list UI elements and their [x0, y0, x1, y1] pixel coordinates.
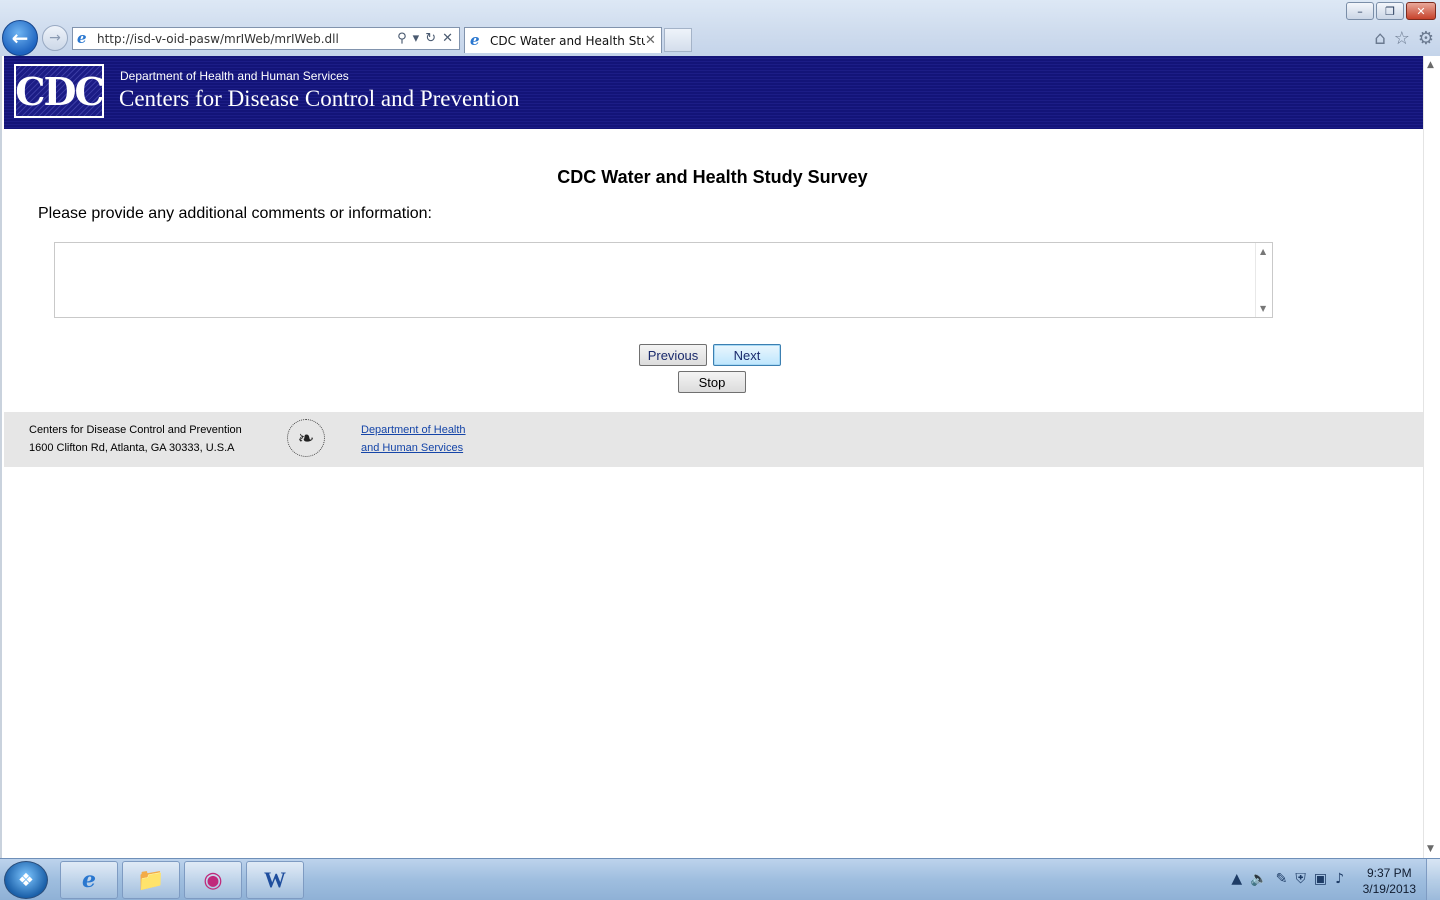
- hhs-link[interactable]: Department of Health: [361, 424, 466, 436]
- page-viewport: CDC Department of Health and Human Servi…: [0, 56, 1440, 858]
- show-desktop-button[interactable]: [1426, 859, 1440, 900]
- address-bar[interactable]: e http://isd-v-oid-pasw/mrIWeb/mrIWeb.dl…: [72, 27, 460, 50]
- cdc-header-banner: CDC Department of Health and Human Servi…: [4, 56, 1423, 129]
- comments-textarea-container: ▲ ▼: [54, 242, 1273, 318]
- stop-icon[interactable]: ✕: [442, 31, 453, 46]
- footer-org-name: Centers for Disease Control and Preventi…: [29, 424, 242, 436]
- favorites-star-icon[interactable]: ☆: [1394, 28, 1410, 49]
- browser-tools: ⌂ ☆ ⚙: [1374, 28, 1434, 49]
- scroll-up-icon[interactable]: ▲: [1260, 247, 1266, 256]
- previous-button[interactable]: Previous: [639, 344, 707, 366]
- page-footer: Centers for Disease Control and Preventi…: [4, 412, 1423, 467]
- address-url[interactable]: http://isd-v-oid-pasw/mrIWeb/mrIWeb.dll: [97, 32, 397, 46]
- browser-chrome: – ❐ ✕ ← → e http://isd-v-oid-pasw/mrIWeb…: [0, 0, 1440, 56]
- new-tab-button[interactable]: [664, 28, 692, 52]
- clock-time: 9:37 PM: [1366, 866, 1412, 880]
- back-arrow-icon: ←: [11, 26, 29, 50]
- ie-icon: e: [82, 867, 96, 893]
- close-button[interactable]: ✕: [1406, 2, 1436, 20]
- ie-icon: e: [77, 29, 87, 47]
- next-button[interactable]: Next: [713, 344, 781, 366]
- restore-button[interactable]: ❐: [1376, 2, 1404, 20]
- page-title: CDC Water and Health Study Survey: [557, 167, 868, 187]
- word-icon: W: [264, 867, 286, 892]
- taskbar-app-media[interactable]: ◉: [184, 861, 242, 899]
- windows-logo-icon: ❖: [17, 869, 35, 891]
- chevron-down-icon[interactable]: ▾: [413, 31, 420, 46]
- display-icon[interactable]: ▣: [1314, 871, 1327, 887]
- clock-date: 3/19/2013: [1362, 882, 1416, 896]
- scroll-down-icon[interactable]: ▼: [1260, 304, 1266, 313]
- stop-button[interactable]: Stop: [678, 371, 746, 393]
- cdc-logo: CDC: [14, 64, 105, 118]
- page-scrollbar[interactable]: ▲ ▼: [1423, 56, 1440, 858]
- speaker-icon[interactable]: 🔈: [1250, 871, 1267, 887]
- refresh-icon[interactable]: ↻: [425, 31, 436, 46]
- network-icon[interactable]: ▲: [1231, 871, 1242, 887]
- volume-icon[interactable]: ♪: [1335, 871, 1344, 887]
- taskbar-app-word[interactable]: W: [246, 861, 304, 899]
- system-tray: ▲ 🔈 ✎ ⛨ ▣ ♪: [1231, 871, 1344, 887]
- start-button[interactable]: ❖: [4, 861, 48, 899]
- taskbar-app-windows-explorer[interactable]: 📁: [122, 861, 180, 899]
- address-tools: ⚲ ▾ ↻ ✕: [397, 31, 459, 46]
- scroll-up-icon[interactable]: ▲: [1427, 60, 1434, 70]
- taskbar-app-internet-explorer[interactable]: e: [60, 861, 118, 899]
- security-shield-icon[interactable]: ⛨: [1295, 871, 1306, 887]
- folder-icon: 📁: [137, 867, 165, 893]
- window-controls: – ❐ ✕: [1346, 2, 1436, 20]
- back-button[interactable]: ←: [2, 20, 38, 56]
- footer-address: 1600 Clifton Rd, Atlanta, GA 30333, U.S.…: [29, 442, 235, 454]
- comments-textarea[interactable]: [55, 243, 1255, 317]
- question-label: Please provide any additional comments o…: [38, 205, 432, 222]
- textarea-scrollbar[interactable]: ▲ ▼: [1255, 243, 1272, 317]
- taskbar: ❖ e 📁 ◉ W ▲ 🔈 ✎ ⛨ ▣ ♪ 9:37 PM 3/19/2013: [0, 858, 1440, 900]
- hhs-eagle-icon: ❧: [287, 419, 325, 457]
- scroll-down-icon[interactable]: ▼: [1427, 844, 1434, 854]
- agency-name: Centers for Disease Control and Preventi…: [119, 86, 520, 111]
- media-app-icon: ◉: [203, 867, 223, 893]
- minimize-button[interactable]: –: [1346, 2, 1374, 20]
- tab-title: CDC Water and Health Study: [490, 33, 645, 48]
- department-name: Department of Health and Human Services: [120, 69, 349, 83]
- home-icon[interactable]: ⌂: [1374, 28, 1385, 49]
- tools-gear-icon[interactable]: ⚙: [1418, 28, 1434, 49]
- tab-cdc-water-study[interactable]: e CDC Water and Health Study ✕: [464, 27, 662, 53]
- forward-arrow-icon: →: [49, 30, 61, 46]
- tray-tool-icon[interactable]: ✎: [1276, 871, 1288, 887]
- system-clock[interactable]: 9:37 PM 3/19/2013: [1363, 865, 1416, 897]
- hhs-link-line2[interactable]: and Human Services: [361, 442, 463, 454]
- ie-icon: e: [470, 31, 480, 49]
- forward-button[interactable]: →: [42, 25, 68, 51]
- close-tab-icon[interactable]: ✕: [645, 33, 661, 48]
- search-icon[interactable]: ⚲: [397, 31, 407, 46]
